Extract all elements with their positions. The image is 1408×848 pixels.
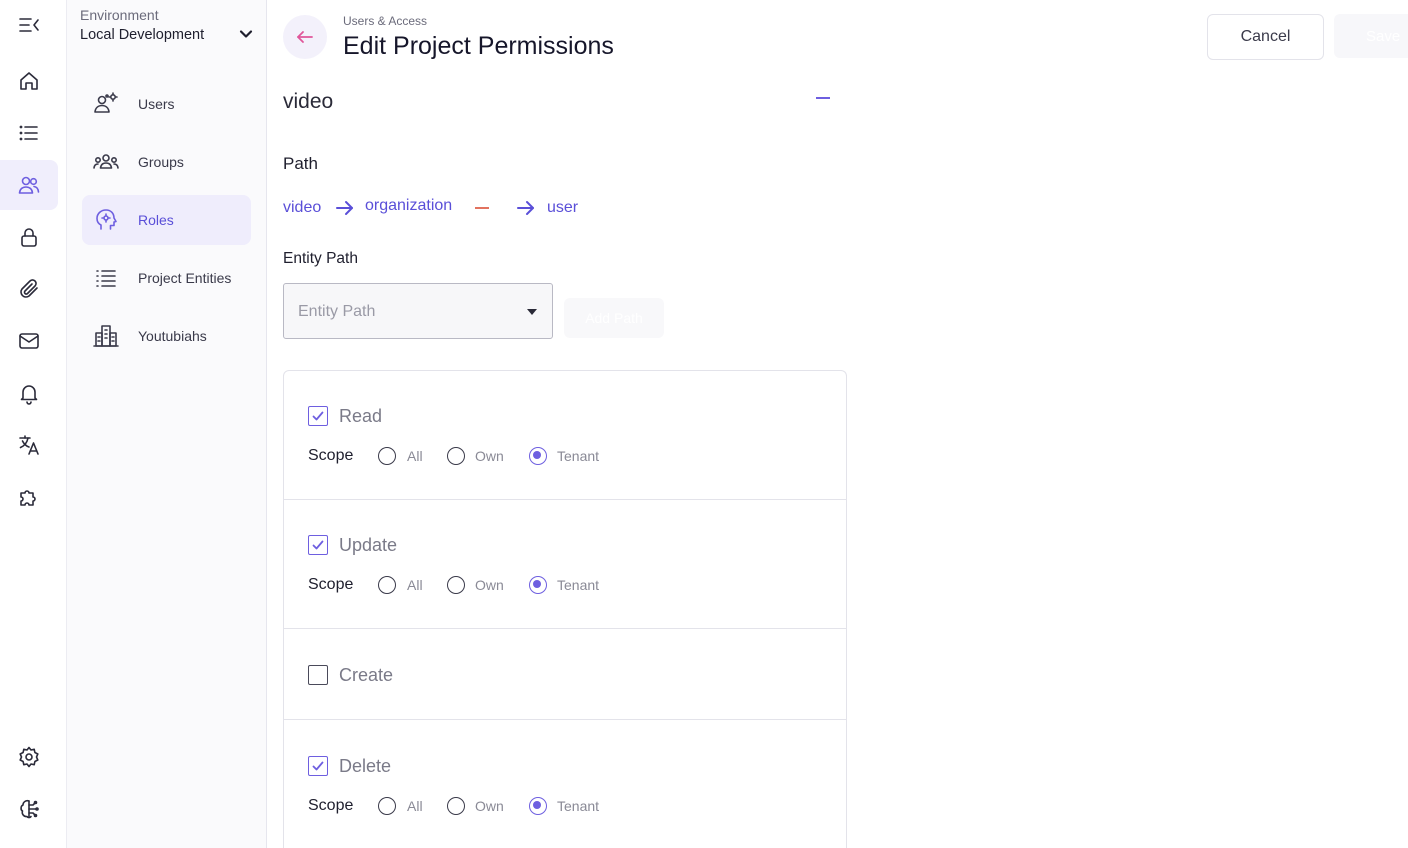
menu-collapse-icon[interactable]: [0, 0, 58, 50]
mail-icon[interactable]: [0, 316, 58, 366]
puzzle-icon[interactable]: [0, 472, 58, 522]
sidebar-item-youtubiahs[interactable]: Youtubiahs: [82, 311, 251, 361]
sidebar-item-groups[interactable]: Groups: [82, 137, 251, 187]
scope-option-label: Tenant: [557, 577, 600, 593]
path-breadcrumb: video organization user: [283, 196, 703, 220]
permission-row-read: Read Scope All Own Tenant: [284, 371, 846, 500]
scope-option-label: Own: [475, 448, 504, 464]
users-icon[interactable]: [0, 160, 58, 210]
caret-down-icon: [527, 309, 537, 315]
permission-row-create: Create: [284, 629, 846, 720]
sidebar-item-label: Users: [138, 96, 175, 112]
create-checkbox[interactable]: [308, 665, 328, 685]
scope-option-label: Own: [475, 577, 504, 593]
groups-icon: [93, 150, 119, 174]
permission-row-update: Update Scope All Own Tenant: [284, 500, 846, 629]
scope-option-label: Own: [475, 798, 504, 814]
scope-label: Scope: [308, 576, 354, 593]
secondary-sidebar: Environment Local Development Users Grou…: [67, 0, 267, 848]
breadcrumb[interactable]: Users & Access: [343, 14, 427, 28]
scope-label: Scope: [308, 447, 354, 464]
collapse-icon[interactable]: [815, 90, 831, 106]
permission-row-delete: Delete Scope All Own Tenant: [284, 720, 846, 848]
scope-radio-tenant[interactable]: [529, 797, 547, 815]
arrow-right-icon: [515, 197, 537, 219]
check-icon: [312, 411, 324, 421]
remove-path-icon[interactable]: [474, 200, 490, 216]
path-node[interactable]: user: [547, 199, 578, 217]
update-checkbox[interactable]: [308, 535, 328, 555]
read-checkbox[interactable]: [308, 406, 328, 426]
check-icon: [312, 540, 324, 550]
delete-checkbox[interactable]: [308, 756, 328, 776]
scope-radio-own[interactable]: [447, 576, 465, 594]
page-title: Edit Project Permissions: [343, 32, 614, 60]
check-icon: [312, 761, 324, 771]
scope-option-label: All: [407, 577, 423, 593]
scope-radio-all[interactable]: [378, 797, 396, 815]
sidebar-item-project-entities[interactable]: Project Entities: [82, 253, 251, 303]
translate-icon[interactable]: [0, 420, 58, 470]
cancel-button[interactable]: Cancel: [1207, 14, 1324, 60]
list-icon[interactable]: [0, 108, 58, 158]
icon-rail: [0, 0, 67, 848]
add-path-button[interactable]: Add Path: [564, 298, 664, 338]
scope-radio-own[interactable]: [447, 797, 465, 815]
users-gear-icon: [93, 92, 119, 116]
sidebar-item-label: Groups: [138, 154, 184, 170]
permission-label: Create: [339, 665, 394, 685]
sidebar-item-label: Roles: [138, 212, 174, 228]
entity-name: video: [283, 90, 334, 113]
scope-radio-all[interactable]: [378, 576, 396, 594]
entity-path-heading: Entity Path: [283, 250, 358, 267]
permissions-card: Read Scope All Own Tenant Update Scope A…: [283, 370, 847, 848]
sidebar-item-roles[interactable]: Roles: [82, 195, 251, 245]
chevron-down-icon[interactable]: [238, 26, 254, 42]
scope-option-label: Tenant: [557, 448, 600, 464]
scope-radio-own[interactable]: [447, 447, 465, 465]
permission-label: Delete: [339, 756, 392, 776]
scope-label: Scope: [308, 797, 354, 814]
scope-radio-tenant[interactable]: [529, 576, 547, 594]
arrow-right-icon: [334, 197, 356, 219]
home-icon[interactable]: [0, 56, 58, 106]
settings-icon[interactable]: [0, 732, 58, 782]
scope-radio-tenant[interactable]: [529, 447, 547, 465]
scope-radio-all[interactable]: [378, 447, 396, 465]
path-node[interactable]: video: [283, 199, 321, 217]
environment-select[interactable]: Local Development: [80, 27, 204, 43]
scope-option-label: All: [407, 798, 423, 814]
permission-label: Read: [339, 406, 383, 426]
brain-icon[interactable]: [0, 784, 58, 834]
save-button[interactable]: Save: [1334, 14, 1408, 58]
path-node[interactable]: organization: [365, 197, 452, 215]
lock-icon[interactable]: [0, 212, 58, 262]
sidebar-item-label: Youtubiahs: [138, 328, 207, 344]
path-heading: Path: [283, 154, 318, 173]
scope-option-label: Tenant: [557, 798, 600, 814]
entity-path-select[interactable]: Entity Path: [283, 283, 553, 339]
back-button[interactable]: [283, 15, 327, 59]
list-icon: [93, 266, 119, 290]
arrow-left-icon: [297, 31, 313, 43]
building-icon: [93, 324, 119, 348]
paperclip-icon[interactable]: [0, 264, 58, 314]
bell-icon[interactable]: [0, 368, 58, 418]
sidebar-item-users[interactable]: Users: [82, 79, 251, 129]
roles-head-icon: [93, 208, 119, 232]
permission-label: Update: [339, 535, 398, 555]
environment-label: Environment: [80, 7, 159, 23]
sidebar-item-label: Project Entities: [138, 270, 232, 286]
entity-path-placeholder: Entity Path: [298, 303, 376, 320]
scope-option-label: All: [407, 448, 423, 464]
